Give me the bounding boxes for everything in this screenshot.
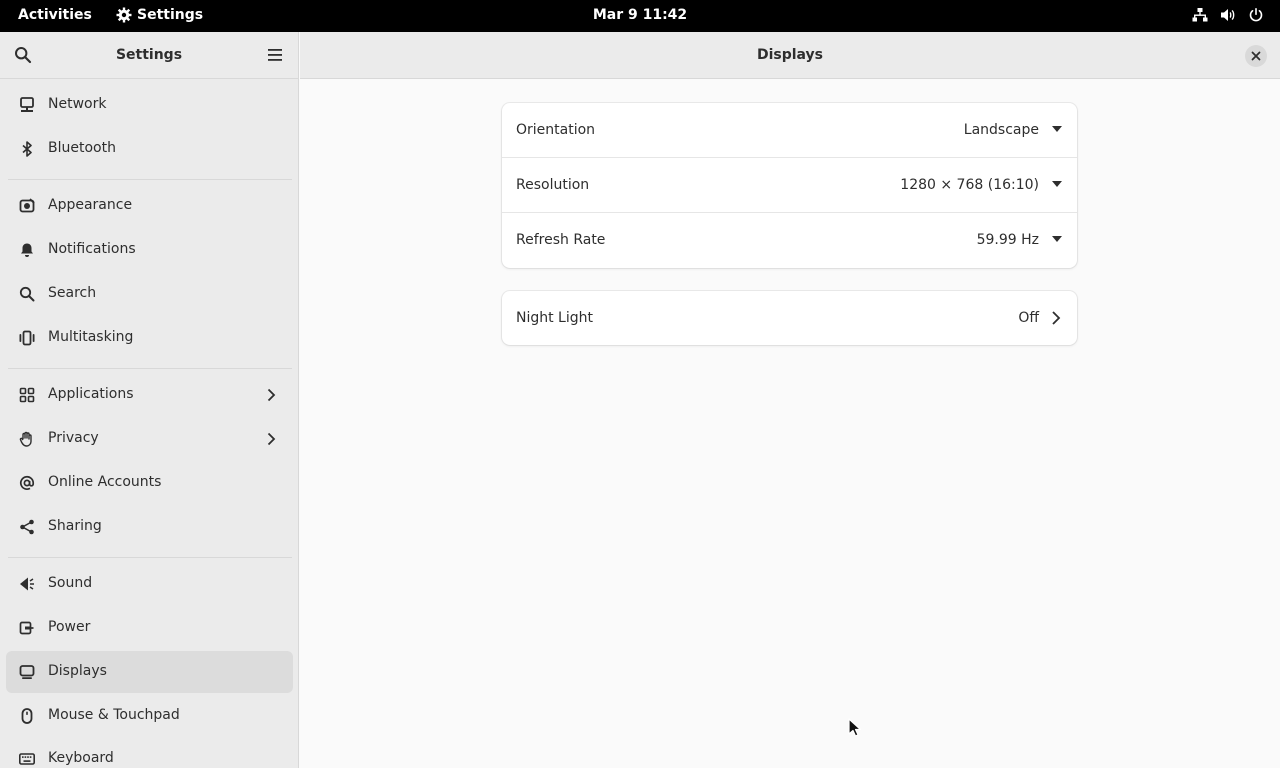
resolution-value[interactable]: 1280 × 768 (16:10) [900,177,1039,193]
sidebar-item-network[interactable]: Network [6,84,293,126]
mouse-cursor-icon [848,718,862,737]
sidebar-item-mouse-touchpad[interactable]: Mouse & Touchpad [6,695,293,737]
sidebar: Settings Network Bluetooth Appearance No… [0,32,299,768]
sidebar-item-label: Multitasking [48,329,134,345]
share-icon [20,519,34,535]
sidebar-item-label: Appearance [48,197,133,213]
main-header: Displays [300,32,1280,79]
close-button[interactable] [1245,45,1267,67]
sidebar-item-label: Privacy [48,430,99,446]
power-plug-icon [19,621,34,635]
multitasking-icon [19,330,35,346]
sidebar-item-sound[interactable]: Sound [6,563,293,605]
orientation-label: Orientation [516,122,596,138]
top-bar: Activities Settings Mar 9 11:42 [0,0,1280,32]
sidebar-item-label: Power [48,619,91,635]
hand-icon [19,431,32,447]
sidebar-item-label: Mouse & Touchpad [48,707,180,723]
sidebar-item-label: Search [48,285,97,301]
sidebar-item-search[interactable]: Search [6,273,293,315]
wired-network-icon [1192,8,1208,22]
sidebar-separator [8,557,292,558]
resolution-row[interactable]: Resolution 1280 × 768 (16:10) [502,158,1077,213]
dropdown-arrow-icon [1052,236,1062,242]
sidebar-item-label: Keyboard [48,750,114,766]
hamburger-menu-icon [268,49,282,61]
sidebar-item-label: Network [48,96,107,112]
sidebar-item-label: Displays [48,663,107,679]
chevron-right-icon [267,432,276,446]
night-light-label: Night Light [516,310,593,326]
chevron-right-icon [1052,311,1061,325]
sidebar-item-keyboard[interactable]: Keyboard [6,738,293,768]
dropdown-arrow-icon [1052,181,1062,187]
sidebar-separator [8,368,292,369]
search-icon [19,286,35,302]
at-icon [19,475,35,490]
refresh-rate-value[interactable]: 59.99 Hz [977,232,1039,248]
night-light-row[interactable]: Night Light Off [502,291,1077,345]
orientation-value[interactable]: Landscape [964,122,1039,138]
sidebar-item-applications[interactable]: Applications [6,374,293,416]
mouse-icon [21,708,33,724]
applications-icon [19,387,35,403]
sidebar-item-label: Applications [48,386,134,402]
refresh-rate-row[interactable]: Refresh Rate 59.99 Hz [502,213,1077,268]
sidebar-header: Settings [0,32,298,79]
display-settings-card: Orientation Landscape Resolution 1280 × … [502,103,1077,268]
sidebar-item-label: Online Accounts [48,474,162,490]
orientation-row[interactable]: Orientation Landscape [502,103,1077,158]
sidebar-item-multitasking[interactable]: Multitasking [6,317,293,359]
sidebar-item-label: Notifications [48,241,136,257]
chevron-right-icon [267,388,276,402]
main-menu-button[interactable] [267,47,283,67]
volume-icon [1221,9,1235,21]
night-light-value: Off [1018,310,1039,326]
sidebar-item-notifications[interactable]: Notifications [6,229,293,271]
sidebar-item-label: Sharing [48,518,102,534]
page-title: Displays [756,47,824,63]
clock[interactable]: Mar 9 11:42 [0,7,1280,23]
close-icon [1251,51,1261,61]
sidebar-separator [8,179,292,180]
sidebar-item-appearance[interactable]: Appearance [6,185,293,227]
bell-icon [21,243,33,257]
dropdown-arrow-icon [1052,126,1062,132]
sidebar-title: Settings [115,47,183,63]
night-light-card: Night Light Off [502,291,1077,345]
sidebar-item-power[interactable]: Power [6,607,293,649]
power-icon [1249,8,1263,22]
sidebar-item-bluetooth[interactable]: Bluetooth [6,128,293,170]
appearance-icon [19,198,35,213]
sidebar-item-privacy[interactable]: Privacy [6,418,293,460]
resolution-label: Resolution [516,177,590,193]
main-panel: Displays Orientation Landscape Resolutio… [300,32,1280,768]
refresh-rate-label: Refresh Rate [516,232,606,248]
speaker-icon [20,577,34,591]
display-icon [19,665,35,679]
network-icon [20,97,34,112]
system-tray[interactable] [1192,7,1264,23]
sidebar-item-label: Bluetooth [48,140,116,156]
bluetooth-icon [22,141,32,157]
sidebar-item-displays[interactable]: Displays [6,651,293,693]
sidebar-item-label: Sound [48,575,93,591]
sidebar-item-online-accounts[interactable]: Online Accounts [6,462,293,504]
keyboard-icon [19,753,35,765]
sidebar-item-sharing[interactable]: Sharing [6,506,293,548]
